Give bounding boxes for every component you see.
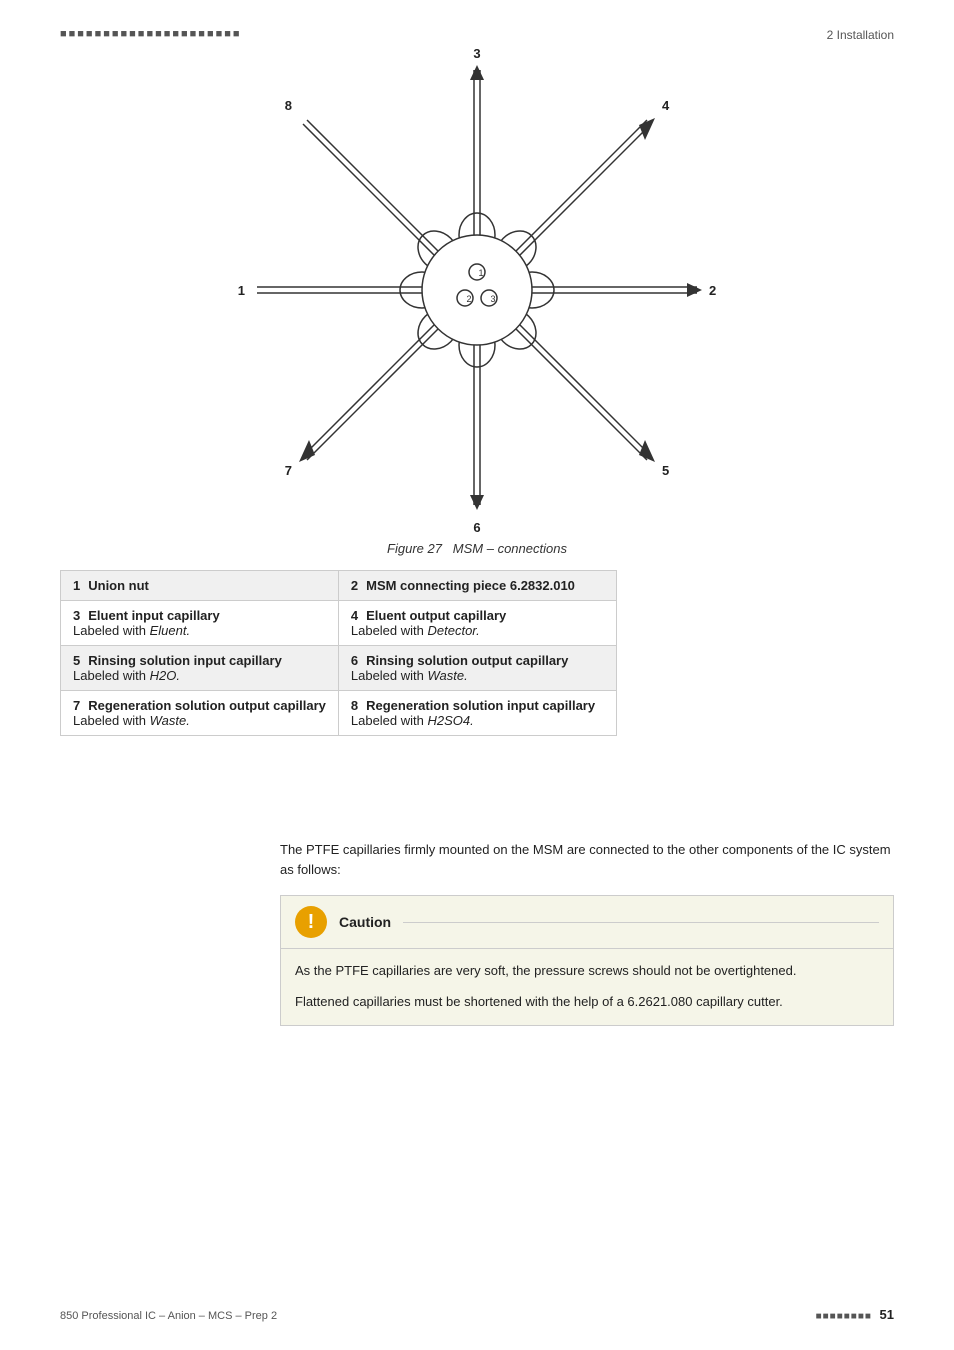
part-num-8: 8	[351, 698, 358, 713]
part-cell-5: 5 Rinsing solution input capillaryLabeled…	[61, 646, 339, 691]
part-num-7: 7	[73, 698, 80, 713]
part-name-5: Rinsing solution input capillary	[88, 653, 282, 668]
svg-text:3: 3	[473, 46, 480, 61]
svg-text:7: 7	[285, 463, 292, 478]
footer-left: 850 Professional IC – Anion – MCS – Prep…	[60, 1310, 277, 1322]
part-name-1: Union nut	[88, 578, 149, 593]
part-cell-1: 1 Union nut	[61, 571, 339, 601]
part-num-3: 3	[73, 608, 80, 623]
part-label-5: Labeled with H2O.	[73, 668, 326, 683]
header-section: 2 Installation	[827, 28, 894, 42]
caution-box: ! Caution As the PTFE capillaries are ve…	[280, 895, 894, 1026]
caution-header: ! Caution	[281, 896, 893, 949]
caution-icon: !	[295, 906, 327, 938]
part-label-6: Labeled with Waste.	[351, 668, 604, 683]
part-name-4: Eluent output capillary	[366, 608, 506, 623]
part-name-8: Regeneration solution input capillary	[366, 698, 595, 713]
part-cell-3: 3 Eluent input capillaryLabeled with Elue…	[61, 601, 339, 646]
footer-dots: ■■■■■■■■	[816, 1311, 872, 1322]
svg-text:3: 3	[490, 294, 495, 304]
caution-content: As the PTFE capillaries are very soft, t…	[281, 949, 893, 1025]
svg-text:5: 5	[662, 463, 669, 478]
part-name-6: Rinsing solution output capillary	[366, 653, 568, 668]
svg-text:1: 1	[238, 283, 245, 298]
part-name-7: Regeneration solution output capillary	[88, 698, 326, 713]
part-num-2: 2	[351, 578, 358, 593]
part-label-3: Labeled with Eluent.	[73, 623, 326, 638]
svg-text:8: 8	[285, 98, 292, 113]
part-name-2: MSM connecting piece 6.2832.010	[366, 578, 575, 593]
svg-text:6: 6	[473, 520, 480, 535]
body-text: The PTFE capillaries firmly mounted on t…	[280, 840, 894, 879]
diagram-container: 1 2 3	[227, 60, 727, 540]
part-cell-8: 8 Regeneration solution input capillaryLa…	[338, 691, 616, 736]
caution-line-2: Flattened capillaries must be shortened …	[295, 992, 879, 1013]
svg-text:4: 4	[662, 98, 670, 113]
part-label-8: Labeled with H2SO4.	[351, 713, 604, 728]
figure-caption: Figure 27 MSM – connections	[227, 541, 727, 556]
header-dots: ■■■■■■■■■■■■■■■■■■■■■	[60, 28, 242, 40]
msm-diagram: 1 2 3	[227, 60, 727, 530]
parts-table: 1 Union nut 2 MSM connecting piece 6.2832.0…	[60, 570, 617, 736]
part-label-7: Labeled with Waste.	[73, 713, 326, 728]
part-num-1: 1	[73, 578, 80, 593]
svg-text:1: 1	[478, 268, 483, 278]
part-cell-6: 6 Rinsing solution output capillaryLabele…	[338, 646, 616, 691]
part-num-5: 5	[73, 653, 80, 668]
svg-text:2: 2	[709, 283, 716, 298]
caution-line-1: As the PTFE capillaries are very soft, t…	[295, 961, 879, 982]
part-label-4: Labeled with Detector.	[351, 623, 604, 638]
part-name-3: Eluent input capillary	[88, 608, 219, 623]
part-num-6: 6	[351, 653, 358, 668]
footer-right: ■■■■■■■■ 51	[816, 1307, 894, 1322]
part-num-4: 4	[351, 608, 358, 623]
svg-text:2: 2	[466, 294, 471, 304]
part-cell-2: 2 MSM connecting piece 6.2832.010	[338, 571, 616, 601]
part-cell-4: 4 Eluent output capillaryLabeled with Det…	[338, 601, 616, 646]
caution-title: Caution	[339, 914, 391, 930]
page-number: 51	[880, 1307, 894, 1322]
part-cell-7: 7 Regeneration solution output capillaryL…	[61, 691, 339, 736]
